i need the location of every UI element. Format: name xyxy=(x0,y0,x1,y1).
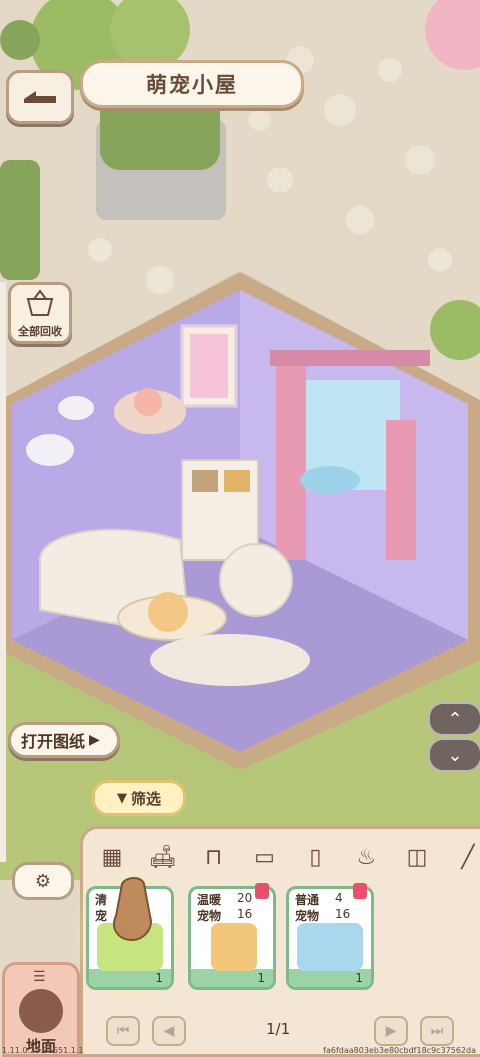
litter-box-thumbnail xyxy=(297,923,363,971)
card-num1: 20 xyxy=(237,891,253,905)
litter-box-card[interactable]: 普通 4 宠物 16 1 xyxy=(286,883,374,990)
chevron-down-icon: ⌄ xyxy=(447,744,463,766)
last-page-button[interactable]: ⏭ xyxy=(420,1016,454,1046)
page-indicator: 1/1 xyxy=(266,1020,291,1038)
settings-button[interactable]: ⚙ xyxy=(12,862,74,900)
filter-icon: ▼ xyxy=(116,790,127,806)
new-tag-icon xyxy=(255,883,269,899)
next-page-button[interactable]: ▶ xyxy=(374,1016,408,1046)
card-line2: 宠物 xyxy=(295,909,320,923)
filter-label: 筛选 xyxy=(130,789,161,808)
gear-icon: ⚙ xyxy=(34,870,52,892)
chevron-up-icon: ⌃ xyxy=(447,708,463,730)
page-title: 萌宠小屋 xyxy=(80,60,304,108)
card-count: 1 xyxy=(155,971,163,985)
open-blueprint-label: 打开图纸 xyxy=(21,732,86,751)
card-num2: 16 xyxy=(335,907,351,921)
floor-tab[interactable]: ☰ 地面 xyxy=(2,962,80,1057)
filter-button[interactable]: ▼ 筛选 xyxy=(92,780,186,816)
back-arrow-icon xyxy=(24,91,56,103)
skip-back-icon: ⏮ xyxy=(116,1023,130,1039)
cat-tower-thumbnail xyxy=(211,923,257,971)
card-num1: 4 xyxy=(335,891,343,905)
build-hash-text: fa6fdaa803eb3e80cbdf18c9c37562da xyxy=(323,1046,476,1055)
prev-page-button[interactable]: ◀ xyxy=(152,1016,186,1046)
rotate-up-button[interactable]: ⌃ xyxy=(428,702,480,736)
card-line1: 普通 xyxy=(295,893,320,907)
list-icon: ☰ xyxy=(33,969,46,985)
card-count: 1 xyxy=(257,971,265,985)
first-page-button[interactable]: ⏮ xyxy=(106,1016,140,1046)
card-count: 1 xyxy=(355,971,363,985)
table-icon[interactable]: ⊓ xyxy=(197,842,231,872)
lamp-icon[interactable]: ╱ xyxy=(451,842,480,872)
skip-forward-icon: ⏭ xyxy=(430,1023,444,1039)
open-blueprint-button[interactable]: 打开图纸 ▶ xyxy=(8,722,120,758)
floor-icon xyxy=(19,989,63,1033)
back-button[interactable] xyxy=(6,70,74,124)
new-tag-icon xyxy=(353,883,367,899)
card-line1: 温暖 xyxy=(197,893,222,907)
cabinet-icon[interactable]: ▯ xyxy=(298,842,332,872)
caret-left-icon: ◀ xyxy=(163,1023,175,1039)
basket-icon xyxy=(26,289,54,316)
bed-icon[interactable]: ▭ xyxy=(248,842,282,872)
version-text: 1.11.0.23.21651.1.1 xyxy=(2,1046,84,1055)
pet-tower-card[interactable]: 温暖 20 宠物 16 1 xyxy=(188,883,276,990)
caret-right-icon: ▶ xyxy=(385,1023,397,1039)
chevron-right-icon: ▶ xyxy=(89,732,100,748)
recall-all-label: 全部回收 xyxy=(18,325,62,338)
recall-all-button[interactable]: 全部回收 xyxy=(8,282,72,344)
tutorial-paw-pointer-icon xyxy=(113,877,152,942)
card-num2: 16 xyxy=(237,907,253,921)
card-line2: 宠物 xyxy=(197,909,222,923)
bathtub-icon[interactable]: ◫ xyxy=(400,842,434,872)
rotate-down-button[interactable]: ⌄ xyxy=(428,738,480,772)
pot-icon[interactable]: ♨ xyxy=(349,842,383,872)
